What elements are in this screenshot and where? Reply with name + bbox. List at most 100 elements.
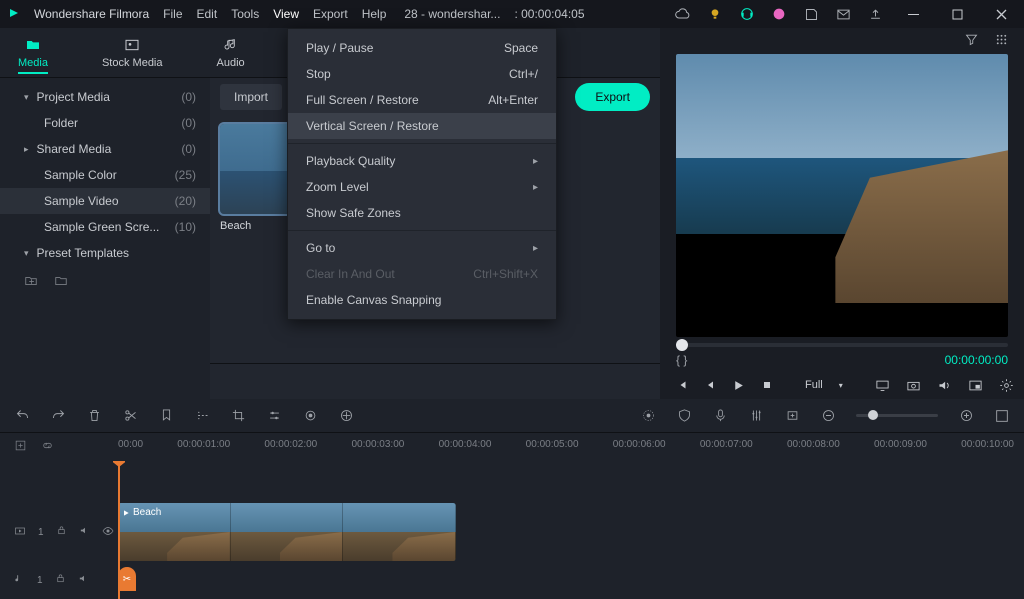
sidebar-item-preset-templates[interactable]: ▾Preset Templates — [0, 240, 210, 266]
add-track-icon[interactable] — [14, 439, 27, 455]
marker-icon[interactable] — [158, 408, 174, 424]
volume-icon[interactable] — [937, 377, 952, 393]
menu-item-safe-zones[interactable]: Show Safe Zones — [288, 200, 556, 226]
folder-icon[interactable] — [54, 274, 68, 291]
menu-view[interactable]: View — [273, 7, 299, 21]
render-icon[interactable] — [640, 408, 656, 424]
app-logo-icon — [8, 7, 20, 22]
effects-icon[interactable] — [338, 408, 354, 424]
stop-button[interactable] — [761, 377, 773, 393]
timeline-toolbar — [0, 399, 1024, 433]
window-maximize-button[interactable] — [942, 0, 972, 28]
step-back-button[interactable] — [704, 377, 716, 393]
monitor-icon[interactable] — [875, 377, 890, 393]
tab-media[interactable]: Media — [18, 37, 48, 74]
zoom-slider[interactable] — [856, 414, 938, 417]
delete-icon[interactable] — [86, 408, 102, 424]
chevron-right-icon: ▸ — [533, 182, 538, 193]
menu-file[interactable]: File — [163, 7, 182, 21]
menu-item-stop[interactable]: StopCtrl+/ — [288, 61, 556, 87]
record-icon[interactable] — [302, 408, 318, 424]
sidebar-item-project-media[interactable]: ▾Project Media (0) — [0, 84, 210, 110]
seek-bar[interactable] — [676, 343, 1008, 347]
new-folder-icon[interactable] — [24, 274, 38, 291]
track-type-audio-icon — [14, 573, 25, 587]
redo-icon[interactable] — [50, 408, 66, 424]
menu-item-zoom-level[interactable]: Zoom Level▸ — [288, 174, 556, 200]
menu-item-vertical-screen[interactable]: Vertical Screen / Restore — [288, 113, 556, 139]
message-icon[interactable] — [834, 5, 852, 23]
menu-tools[interactable]: Tools — [231, 7, 259, 21]
timeline-clip-beach[interactable]: Beach — [118, 503, 456, 561]
settings-icon[interactable] — [999, 377, 1014, 393]
play-button[interactable] — [732, 377, 745, 393]
mixer-icon[interactable] — [748, 408, 764, 424]
zoom-out-icon[interactable] — [820, 408, 836, 424]
mute-icon[interactable] — [78, 573, 89, 587]
snapshot-icon[interactable] — [906, 377, 921, 393]
preview-panel: { } 00:00:00:00 Full ▾ — [660, 28, 1024, 399]
menu-help[interactable]: Help — [362, 7, 387, 21]
project-timecode: : 00:00:04:05 — [514, 7, 584, 21]
window-close-button[interactable] — [986, 0, 1016, 28]
tab-audio[interactable]: Audio — [217, 37, 245, 69]
import-button[interactable]: Import — [220, 84, 282, 110]
sidebar-item-shared-media[interactable]: ▸Shared Media (0) — [0, 136, 210, 162]
pip-icon[interactable] — [968, 377, 983, 393]
menu-export[interactable]: Export — [313, 7, 348, 21]
zoom-fit-icon[interactable] — [994, 408, 1010, 424]
mic-icon[interactable] — [712, 408, 728, 424]
app-brand: Wondershare Filmora — [34, 7, 149, 21]
menu-item-goto[interactable]: Go to▸ — [288, 235, 556, 261]
window-minimize-button[interactable] — [898, 0, 928, 28]
razor-handle-icon[interactable]: ✂ — [118, 567, 136, 591]
prev-frame-button[interactable] — [676, 377, 688, 393]
video-track-1[interactable]: 1 Beach — [0, 501, 1024, 563]
tab-label: Audio — [217, 57, 245, 69]
grid-icon[interactable] — [994, 32, 1010, 48]
sidebar-item-sample-video[interactable]: Sample Video (20) — [0, 188, 210, 214]
support-icon[interactable] — [738, 5, 756, 23]
lock-icon[interactable] — [55, 573, 66, 587]
menu-edit[interactable]: Edit — [197, 7, 218, 21]
save-icon[interactable] — [802, 5, 820, 23]
tab-label: Media — [18, 57, 48, 69]
link-icon[interactable] — [41, 439, 54, 455]
tab-stock-media[interactable]: Stock Media — [102, 37, 163, 69]
speed-icon[interactable] — [194, 408, 210, 424]
scale-dropdown[interactable]: Full — [805, 379, 823, 391]
view-menu-dropdown: Play / PauseSpace StopCtrl+/ Full Screen… — [287, 28, 557, 320]
lock-icon[interactable] — [56, 525, 67, 539]
marker-add-icon[interactable] — [784, 408, 800, 424]
media-sidebar: ▾Project Media (0) Folder (0) ▸Shared Me… — [0, 78, 210, 399]
export-button[interactable]: Export — [575, 83, 650, 111]
crop-icon[interactable] — [230, 408, 246, 424]
sidebar-item-folder[interactable]: Folder (0) — [0, 110, 210, 136]
adjust-icon[interactable] — [266, 408, 282, 424]
menu-item-playback-quality[interactable]: Playback Quality▸ — [288, 148, 556, 174]
lightbulb-icon[interactable] — [706, 5, 724, 23]
filter-icon[interactable] — [964, 32, 980, 48]
menu-item-play-pause[interactable]: Play / PauseSpace — [288, 35, 556, 61]
account-avatar-icon[interactable] — [770, 5, 788, 23]
sidebar-item-sample-green-screen[interactable]: Sample Green Scre... (10) — [0, 214, 210, 240]
video-preview[interactable] — [676, 54, 1008, 337]
audio-track-1[interactable]: 1 — [0, 565, 1024, 595]
shield-icon[interactable] — [676, 408, 692, 424]
titlebar: Wondershare Filmora File Edit Tools View… — [0, 0, 1024, 28]
upload-icon[interactable] — [866, 5, 884, 23]
menu-item-canvas-snapping[interactable]: Enable Canvas Snapping — [288, 287, 556, 313]
cloud-icon[interactable] — [674, 5, 692, 23]
tab-label: Stock Media — [102, 57, 163, 69]
cut-icon[interactable] — [122, 408, 138, 424]
player-controls: Full ▾ — [660, 373, 1024, 399]
menu-item-fullscreen[interactable]: Full Screen / RestoreAlt+Enter — [288, 87, 556, 113]
sidebar-item-sample-color[interactable]: Sample Color (25) — [0, 162, 210, 188]
undo-icon[interactable] — [14, 408, 30, 424]
track-number: 1 — [37, 575, 43, 586]
timeline-ruler[interactable]: 00:00 00:00:01:00 00:00:02:00 00:00:03:0… — [0, 433, 1024, 461]
mute-icon[interactable] — [79, 525, 90, 539]
timeline: 00:00 00:00:01:00 00:00:02:00 00:00:03:0… — [0, 399, 1024, 599]
chevron-down-icon: ▾ — [24, 248, 29, 259]
zoom-in-icon[interactable] — [958, 408, 974, 424]
